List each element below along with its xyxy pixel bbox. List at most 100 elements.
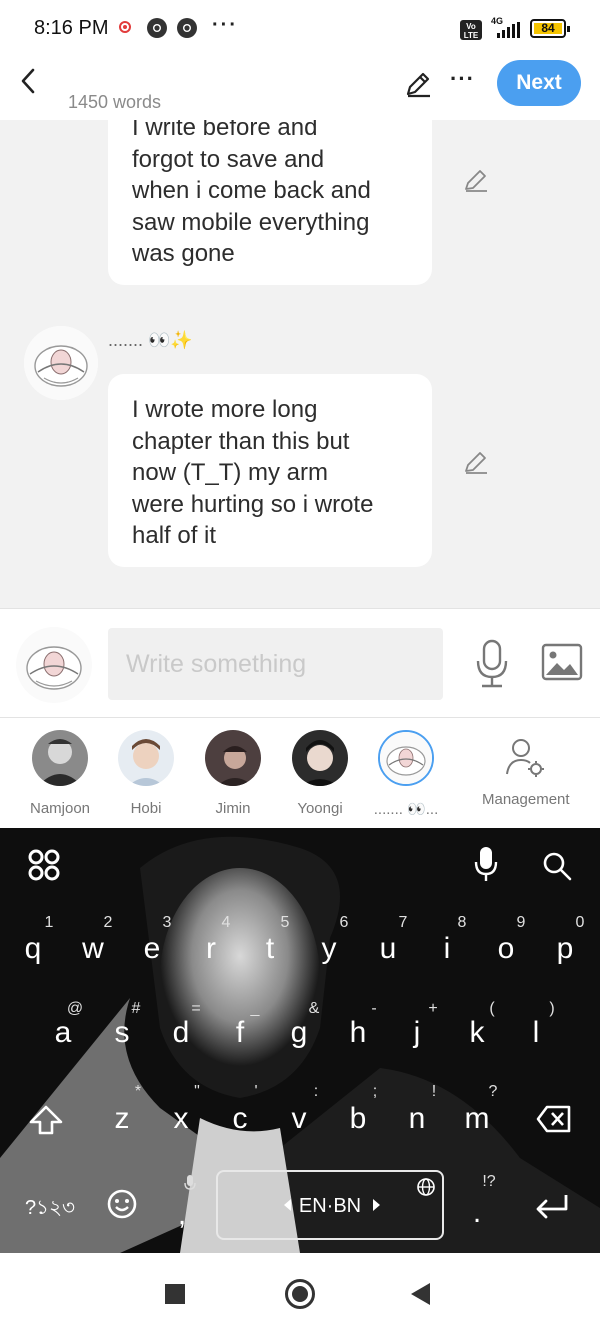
comma-key[interactable]: , [157,1198,207,1232]
character-hobi[interactable]: Hobi [103,730,189,817]
key-g[interactable]: g [274,1016,324,1050]
character-name: Namjoon [29,800,91,817]
key-hint: 0 [575,914,585,931]
language-next-icon [373,1199,380,1211]
key-hint: ? [488,1083,498,1100]
key-o[interactable]: o [481,932,531,966]
microphone-icon[interactable] [474,639,510,689]
next-button[interactable]: Next [497,60,581,106]
key-b[interactable]: b [333,1102,383,1136]
key-i[interactable]: i [422,932,472,966]
character-jimin[interactable]: Jimin [190,730,276,817]
image-icon[interactable] [541,643,583,681]
key-m[interactable]: m [452,1102,502,1136]
enter-key-icon[interactable] [534,1192,570,1220]
message-line: were hurting so i wrote [132,490,374,518]
character-yoongi[interactable]: Yoongi [277,730,363,817]
key-j[interactable]: j [392,1016,442,1050]
backspace-key-icon[interactable] [536,1104,572,1134]
status-more-icon: ··· [212,14,238,36]
period-key[interactable]: . [452,1196,502,1230]
key-q[interactable]: q [8,932,58,966]
shift-key-icon[interactable] [28,1104,64,1136]
chat-area[interactable]: I write before and forgot to save and wh… [0,120,600,608]
key-hint: : [313,1083,319,1100]
character-name: ....... 👀... [373,801,439,818]
character-name: ....... 👀✨ [108,330,193,350]
key-y[interactable]: y [304,932,354,966]
search-icon[interactable] [541,850,573,882]
status-bar: 8:16 PM ··· Vo LTE 4G 84 [0,0,600,56]
key-c[interactable]: c [215,1102,265,1136]
key-hint: ; [372,1083,378,1100]
message-line: was gone [132,240,235,268]
character-namjoon[interactable]: Namjoon [17,730,103,817]
apps-menu-icon[interactable] [27,848,61,882]
key-hint: " [194,1083,200,1100]
key-hint: 4 [221,914,231,931]
key-hint: ' [254,1083,258,1100]
key-u[interactable]: u [363,932,413,966]
battery-level: 84 [541,21,555,35]
edit-message-icon[interactable] [462,448,490,476]
notification-dot-icon [119,21,131,33]
avatar [378,730,434,786]
message-line: chapter than this but [132,427,350,455]
key-hint: 5 [280,914,290,931]
recent-apps-icon[interactable] [165,1284,185,1304]
edit-pencil-icon[interactable] [402,68,434,100]
message-line: saw mobile everything [132,208,370,236]
character-name: Yoongi [297,800,343,817]
editor-header: 1450 words ··· Next [0,56,600,120]
key-p[interactable]: p [540,932,590,966]
character-name: Management [482,791,570,808]
home-icon[interactable] [285,1279,315,1309]
key-x[interactable]: x [156,1102,206,1136]
globe-icon [417,1178,435,1196]
character-name: Jimin [215,800,251,817]
back-icon[interactable] [411,1283,430,1305]
avatar [205,730,261,786]
word-count: 1450 words [68,92,162,112]
key-v[interactable]: v [274,1102,324,1136]
key-d[interactable]: d [156,1016,206,1050]
message-input[interactable] [108,628,443,700]
voice-input-icon[interactable] [474,846,498,882]
spacebar[interactable]: EN·BN [216,1170,444,1240]
selected-character-avatar[interactable] [16,627,92,703]
symbols-key[interactable]: ?১২৩ [20,1193,80,1226]
management-button[interactable]: Management [482,730,570,808]
key-a[interactable]: a [38,1016,88,1050]
message-bubble[interactable]: I wrote more long chapter than this but … [108,374,432,567]
battery-icon: 84 [530,19,570,38]
key-f[interactable]: f [215,1016,265,1050]
key-w[interactable]: w [68,932,118,966]
chrome-icon [177,18,197,38]
character-avatar[interactable] [24,326,98,400]
composer-bar [0,608,600,718]
emoji-key-icon[interactable] [106,1188,138,1220]
svg-text:LTE: LTE [464,31,479,40]
chrome-icon [147,18,167,38]
key-z[interactable]: z [97,1102,147,1136]
key-k[interactable]: k [452,1016,502,1050]
key-n[interactable]: n [392,1102,442,1136]
key-h[interactable]: h [333,1016,383,1050]
edit-message-icon[interactable] [462,166,490,194]
system-nav-bar [0,1253,600,1333]
more-options-icon[interactable]: ··· [450,66,475,92]
key-l[interactable]: l [511,1016,561,1050]
character-selected[interactable]: ....... 👀... [363,730,449,818]
message-bubble[interactable]: I write before and forgot to save and wh… [108,120,432,285]
message-line: I write before and [132,120,318,141]
key-e[interactable]: e [127,932,177,966]
back-arrow-icon[interactable] [14,66,44,96]
key-hint: 2 [103,914,113,931]
key-hint: 1 [44,914,54,931]
key-s[interactable]: s [97,1016,147,1050]
message-line: when i come back and [132,177,371,205]
key-r[interactable]: r [186,932,236,966]
key-hint: 6 [339,914,349,931]
key-t[interactable]: t [245,932,295,966]
message-line: half of it [132,522,217,550]
